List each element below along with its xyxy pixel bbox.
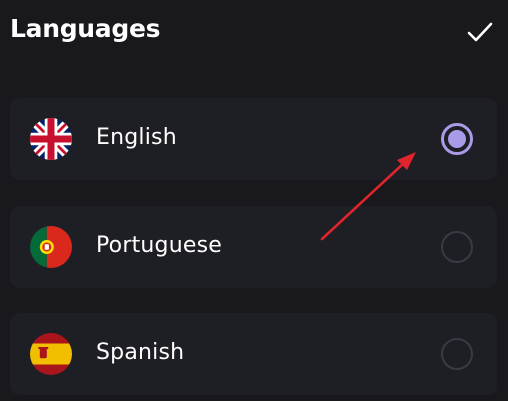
language-label: Spanish [96,340,185,365]
language-label: English [96,125,177,150]
language-option-portuguese[interactable]: Portuguese [10,206,497,288]
radio-selected-dot [448,130,466,148]
uk-flag-icon [30,118,72,160]
radio-button-spanish[interactable] [441,338,473,370]
spain-flag-icon [30,333,72,375]
radio-button-portuguese[interactable] [441,231,473,263]
language-label: Portuguese [96,233,222,258]
languages-screen: Languages English Portuguese Spanish [0,0,508,401]
radio-button-english[interactable] [441,123,473,155]
language-list: English Portuguese Spanish [0,0,508,401]
language-option-english[interactable]: English [10,98,497,180]
portugal-flag-icon [30,226,72,268]
language-option-spanish[interactable]: Spanish [10,313,497,395]
